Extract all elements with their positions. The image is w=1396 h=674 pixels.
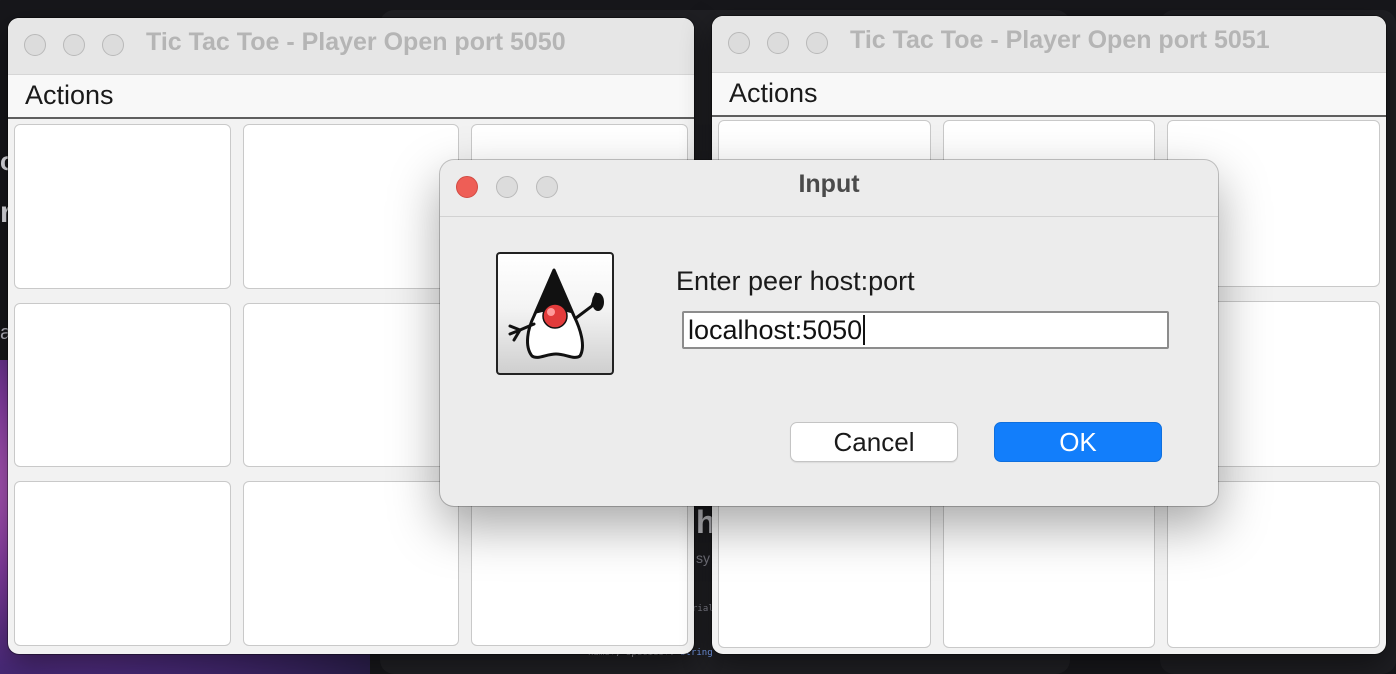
zoom-window-button[interactable]	[102, 34, 124, 56]
board-cell[interactable]	[242, 481, 460, 646]
window-titlebar[interactable]: Tic Tac Toe - Player Open port 5051	[712, 16, 1386, 73]
window-title: Tic Tac Toe - Player Open port 5051	[850, 26, 1270, 54]
actions-menu[interactable]: Actions	[25, 80, 114, 111]
java-duke-icon	[496, 252, 614, 375]
host-port-input[interactable]: localhost:5050	[682, 311, 1169, 349]
board-cell[interactable]	[1167, 481, 1380, 648]
window-titlebar[interactable]: Tic Tac Toe - Player Open port 5050	[8, 18, 694, 75]
dialog-prompt: Enter peer host:port	[676, 266, 915, 296]
board-cell[interactable]	[242, 124, 460, 289]
host-port-input-value: localhost:5050	[688, 315, 863, 345]
background-text: rial	[692, 604, 714, 614]
menu-bar: Actions	[8, 75, 694, 119]
minimize-window-button[interactable]	[767, 32, 789, 54]
text-caret	[863, 315, 866, 345]
board-cell[interactable]	[942, 481, 1156, 648]
close-window-button[interactable]	[728, 32, 750, 54]
cancel-button[interactable]: Cancel	[790, 422, 958, 462]
minimize-window-button[interactable]	[63, 34, 85, 56]
dialog-titlebar[interactable]: Input	[440, 160, 1218, 217]
board-cell[interactable]	[14, 481, 231, 646]
close-window-button[interactable]	[24, 34, 46, 56]
board-cell[interactable]	[14, 302, 231, 468]
menu-bar: Actions	[712, 73, 1386, 117]
window-title: Tic Tac Toe - Player Open port 5050	[146, 28, 566, 56]
zoom-window-button[interactable]	[806, 32, 828, 54]
board-cell[interactable]	[718, 481, 931, 648]
board-cell[interactable]	[471, 481, 688, 646]
board-cell[interactable]	[242, 302, 460, 468]
input-dialog: Input Enter peer host:port localhost:505…	[440, 160, 1218, 506]
background-text: sy	[696, 550, 710, 566]
dialog-title: Input	[798, 170, 860, 198]
board-cell[interactable]	[14, 124, 231, 289]
actions-menu[interactable]: Actions	[729, 78, 818, 109]
ok-button[interactable]: OK	[994, 422, 1162, 462]
